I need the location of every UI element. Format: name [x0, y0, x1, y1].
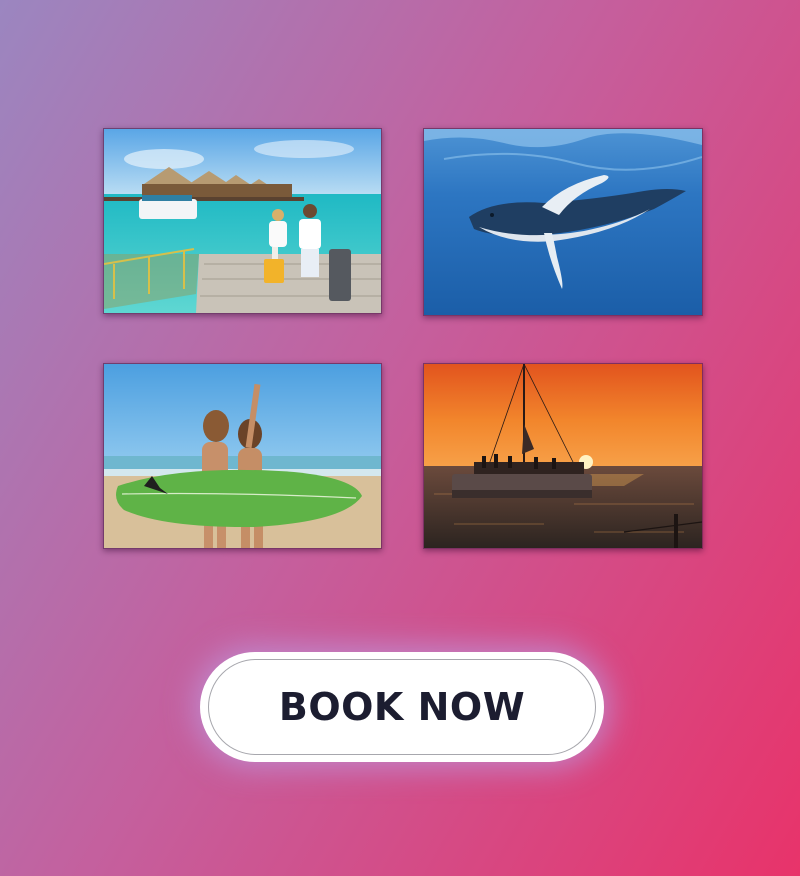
- surfers-photo: [103, 363, 382, 549]
- whale-photo: [423, 128, 703, 316]
- book-now-button[interactable]: BOOK NOW: [208, 659, 596, 755]
- tropical-resort-photo: [103, 128, 382, 314]
- sunset-catamaran-photo: [423, 363, 703, 549]
- book-now-button-container: BOOK NOW: [200, 652, 604, 762]
